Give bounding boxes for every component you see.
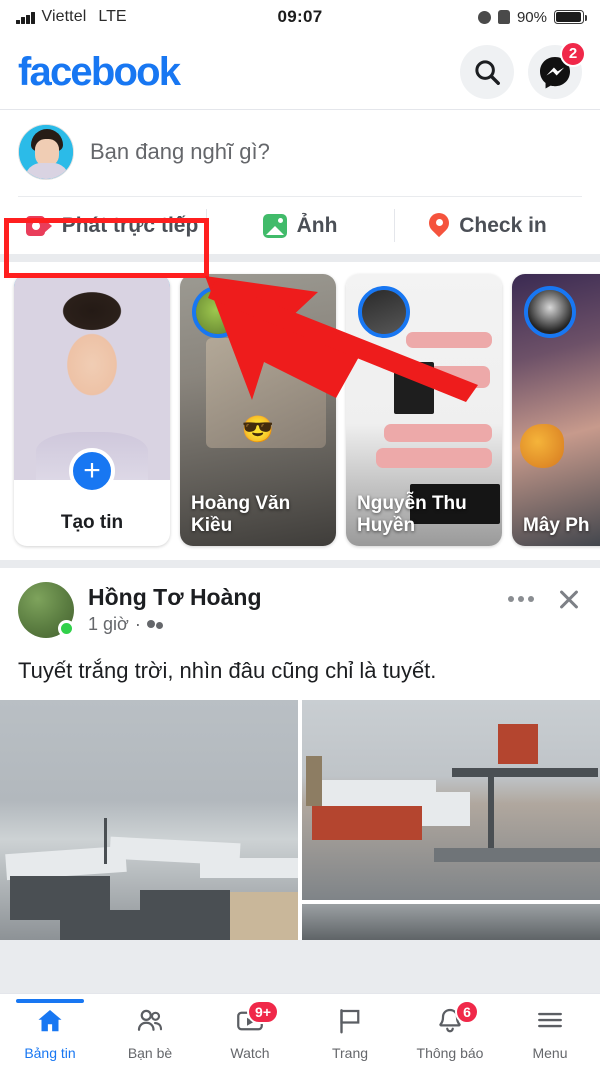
live-video-icon <box>25 215 52 236</box>
story-card[interactable]: Mây Ph <box>512 274 600 546</box>
nav-item-news-feed[interactable]: Bảng tin <box>0 999 100 1061</box>
hamburger-menu-icon <box>538 1012 562 1028</box>
post-author-name[interactable]: Hồng Tơ Hoàng <box>88 584 262 611</box>
status-bar-left: Viettel LTE <box>16 8 127 26</box>
nav-item-notifications[interactable]: 6 Thông báo <box>400 1000 500 1061</box>
nav-label-pages: Trang <box>331 1045 369 1061</box>
search-icon <box>475 59 500 85</box>
photo-icon <box>262 213 287 238</box>
nav-label-friends: Bạn bè <box>127 1045 173 1061</box>
notifications-badge: 6 <box>455 1000 479 1024</box>
facebook-logo[interactable]: facebook <box>18 52 181 92</box>
lock-icon <box>497 10 510 24</box>
close-icon[interactable] <box>556 586 582 612</box>
story-author-name: Nguyễn Thu Huyền <box>357 493 467 536</box>
bottom-navigation: Bảng tin Bạn bè 9+ Watch Trang 6 Thông b… <box>0 993 600 1067</box>
story-card[interactable]: 😎 Hoàng Văn Kiều <box>180 274 336 546</box>
story-author-name: Hoàng Văn Kiều <box>191 493 291 536</box>
post-composer: Bạn đang nghĩ gì? Phát trực tiếp Ảnh Che… <box>0 110 600 254</box>
sunglasses-emoji-icon: 😎 <box>241 414 275 444</box>
nav-item-pages[interactable]: Trang <box>300 1000 400 1061</box>
pages-flag-icon <box>340 1009 360 1034</box>
composer-actions: Phát trực tiếp Ảnh Check in <box>18 196 582 254</box>
nav-item-friends[interactable]: Bạn bè <box>100 1000 200 1061</box>
alarm-icon <box>477 10 491 24</box>
check-in-button[interactable]: Check in <box>394 197 582 254</box>
story-author-avatar <box>524 286 576 338</box>
battery-icon <box>554 10 588 24</box>
composer-placeholder[interactable]: Bạn đang nghĩ gì? <box>90 139 270 165</box>
story-author-name: Mây Ph <box>523 514 590 536</box>
story-thumbnail <box>406 332 492 348</box>
location-pin-icon <box>425 208 454 239</box>
network-type: LTE <box>98 8 127 25</box>
facebook-app-screen: Viettel LTE 09:07 90% facebook 2 Bạn đan… <box>0 0 600 1067</box>
story-thumbnail <box>520 424 564 468</box>
nav-label-watch: Watch <box>230 1045 270 1061</box>
post-text: Tuyết trắng trời, nhìn đâu cũng chỉ là t… <box>18 658 437 683</box>
online-status-indicator <box>58 620 75 637</box>
post-time: 1 giờ <box>88 614 129 634</box>
post-subtitle: 1 giờ · <box>88 614 262 635</box>
friends-icon <box>146 617 163 632</box>
nav-label-news-feed: Bảng tin <box>24 1045 76 1061</box>
status-bar-right: 90% <box>477 8 588 26</box>
post-image-column <box>302 699 600 940</box>
messenger-badge: 2 <box>560 40 586 67</box>
photo-label: Ảnh <box>296 213 338 237</box>
nav-label-notifications: Thông báo <box>416 1045 484 1061</box>
post-author-avatar[interactable] <box>18 582 75 638</box>
nav-item-menu[interactable]: Menu <box>500 1000 600 1061</box>
composer-input-row[interactable]: Bạn đang nghĩ gì? <box>18 124 582 196</box>
live-video-label: Phát trực tiếp <box>61 213 199 237</box>
search-button[interactable] <box>460 44 514 99</box>
post-image[interactable] <box>0 699 298 940</box>
nav-label-menu: Menu <box>532 1045 568 1061</box>
post-image[interactable] <box>302 903 600 940</box>
header-actions: 2 <box>460 40 586 99</box>
user-avatar[interactable] <box>18 124 74 180</box>
app-header: facebook 2 <box>0 34 600 110</box>
create-story-label: Tạo tin <box>60 512 124 533</box>
post-media-grid <box>0 699 600 940</box>
story-card[interactable]: Nguyễn Thu Huyền <box>346 274 502 546</box>
post-meta: Hồng Tơ Hoàng 1 giờ · <box>88 582 262 635</box>
photo-button[interactable]: Ảnh <box>206 197 394 254</box>
status-bar: Viettel LTE 09:07 90% <box>0 0 600 34</box>
nav-item-watch[interactable]: 9+ Watch <box>200 1000 300 1061</box>
check-in-label: Check in <box>459 213 547 237</box>
story-author-avatar <box>192 286 244 338</box>
post-header-actions <box>508 582 582 612</box>
plus-icon: + <box>69 448 115 494</box>
battery-percent: 90% <box>516 8 547 26</box>
watch-badge: 9+ <box>247 1000 279 1024</box>
story-author-avatar <box>358 286 410 338</box>
signal-strength-icon <box>16 11 35 24</box>
post-separator: · <box>134 614 141 634</box>
stories-section: + Tạo tin 😎 Hoàng Văn Kiều Nguyễn Thu Hu… <box>0 262 600 560</box>
carrier-name: Viettel <box>41 8 87 25</box>
post-image[interactable] <box>302 699 600 900</box>
friends-icon <box>137 1009 163 1031</box>
stories-carousel[interactable]: + Tạo tin 😎 Hoàng Văn Kiều Nguyễn Thu Hu… <box>0 274 600 546</box>
messenger-button[interactable]: 2 <box>528 40 586 99</box>
create-story-card[interactable]: + Tạo tin <box>14 274 170 546</box>
feed-post: Hồng Tơ Hoàng 1 giờ · Tuyết trắng trời, … <box>0 568 600 940</box>
post-header: Hồng Tơ Hoàng 1 giờ · <box>18 582 582 638</box>
more-options-icon[interactable] <box>508 596 534 602</box>
home-icon <box>38 1010 62 1032</box>
live-video-button[interactable]: Phát trực tiếp <box>18 197 206 254</box>
